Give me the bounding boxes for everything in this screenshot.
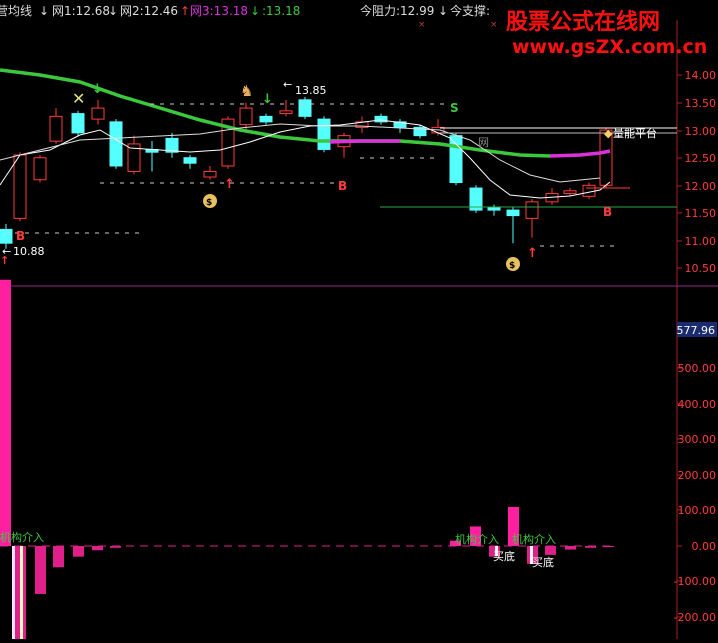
indicator-title: 营均线 [0, 4, 32, 18]
chart-canvas[interactable]: 营均线 ↓ 网1:12.68 ↓ 网2:12.46 ↑ 网3:13.18 ↓ :… [0, 0, 718, 639]
net1-value: 网1:12.68 [52, 4, 110, 18]
candle-body [487, 206, 501, 211]
price-tick-label: 12.50 [685, 152, 717, 165]
cross-mark-icon: × [418, 20, 426, 30]
money-bag-symbol: $ [509, 261, 515, 271]
candle-body [563, 190, 577, 195]
arrow-left-icon: ← [283, 78, 292, 91]
net4-value: :13.18 [262, 4, 300, 18]
net2-value: 网2:12.46 [120, 4, 178, 18]
candle-body [0, 228, 13, 244]
support-value: 今支撑: [450, 3, 490, 18]
arrow-up-icon: ↑ [0, 254, 9, 267]
indicator-tick-label: 500.00 [678, 362, 717, 375]
indicator-bar [92, 546, 103, 551]
indicator-bar [585, 546, 596, 548]
resistance-value: 今阻力:12.99 [360, 3, 434, 18]
indicator-bar [565, 546, 576, 550]
stock-chart-window: 营均线 ↓ 网1:12.68 ↓ 网2:12.46 ↑ 网3:13.18 ↓ :… [0, 0, 718, 639]
candle-body [506, 209, 520, 217]
candle-body [33, 157, 47, 181]
indicator-tick-label: 100.00 [678, 504, 717, 517]
price-tick-label: 12.00 [685, 180, 717, 193]
cross-swords-icon: ✕ [72, 89, 85, 108]
watermark-title: 股票公式在线网 [506, 9, 660, 35]
buy-signal-label: B [338, 179, 347, 193]
indicator-tick-label: 400.00 [678, 398, 717, 411]
candle-body [279, 110, 293, 115]
indicator-tick-label: 200.00 [678, 469, 717, 482]
arrow-up-icon: ↑ [224, 177, 235, 192]
candle-body [582, 184, 596, 197]
institution-entry-label: 机构介入 [512, 532, 556, 546]
indicator-highlight [12, 546, 15, 639]
money-bag-symbol: $ [206, 198, 212, 208]
candle-body [49, 115, 63, 142]
buy-bottom-label: 买底 [493, 549, 515, 563]
buy-bottom-label: 买底 [532, 555, 554, 569]
cross-mark-icon: × [490, 20, 498, 30]
indicator-tick-label: 0.00 [692, 540, 717, 553]
price-tick-label: 11.50 [685, 207, 717, 220]
institution-entry-label: 机构介入 [455, 532, 499, 546]
price-tick-label: 10.50 [685, 262, 717, 275]
candle-body [317, 118, 331, 150]
low-price-label: 10.88 [13, 245, 45, 258]
indicator-tick-label: -200.00 [674, 611, 716, 624]
candle-body [109, 121, 123, 167]
background [0, 0, 718, 639]
ma-highlight-line [329, 139, 400, 144]
indicator-bar [545, 546, 556, 555]
buy-signal-label: B [16, 229, 25, 243]
net-mark-label: 网 [478, 136, 489, 149]
price-tick-label: 11.00 [685, 235, 717, 248]
indicator-axis: 577.96 500.00 400.00 300.00 200.00 100.0… [674, 322, 717, 624]
indicator-tick-label: 300.00 [678, 433, 717, 446]
runner-icon: ♞ [240, 82, 253, 100]
institution-entry-label: 机构介入 [0, 530, 44, 544]
arrow-down-icon: ↓ [39, 4, 49, 18]
indicator-bar [0, 279, 11, 546]
indicator-bar [603, 546, 614, 548]
candle-body [449, 135, 463, 184]
diamond-icon: ◆ [604, 127, 613, 140]
price-tick-label: 14.00 [685, 69, 717, 82]
arrow-down-icon: ↓ [92, 82, 103, 97]
candle-body [259, 115, 273, 123]
arrow-up-icon: ↑ [527, 246, 538, 261]
indicator-bar [110, 546, 121, 548]
buy-signal-label: B [603, 205, 612, 219]
high-price-label: 13.85 [295, 84, 327, 97]
price-tick-label: 13.50 [685, 97, 717, 110]
candle-body [13, 154, 27, 219]
arrow-up-icon: ↑ [180, 4, 190, 18]
candle-body [525, 201, 539, 219]
price-tick-label: 13.00 [685, 125, 717, 138]
watermark-url: www.gsZX.com.cn [512, 36, 707, 58]
candle-body [203, 171, 217, 178]
indicator-tick-label: -100.00 [674, 575, 716, 588]
arrow-down-icon: ↓ [438, 4, 448, 18]
candle-body [91, 107, 105, 120]
arrow-down-icon: ↓ [250, 4, 260, 18]
current-value-label: 577.96 [677, 324, 716, 337]
indicator-highlight [20, 546, 23, 639]
candle-body [298, 99, 312, 117]
candle-body [71, 113, 85, 134]
candle-body [183, 157, 197, 164]
sell-signal-label: S [450, 101, 459, 115]
arrow-down-icon: ↓ [262, 92, 273, 107]
platform-label: 量能平台 [613, 126, 657, 140]
indicator-bar [53, 546, 64, 568]
indicator-bar [73, 546, 84, 557]
candle-body [239, 107, 253, 126]
arrow-down-icon: ↓ [108, 4, 118, 18]
indicator-bar [35, 546, 46, 594]
net3-value: 网3:13.18 [190, 4, 248, 18]
